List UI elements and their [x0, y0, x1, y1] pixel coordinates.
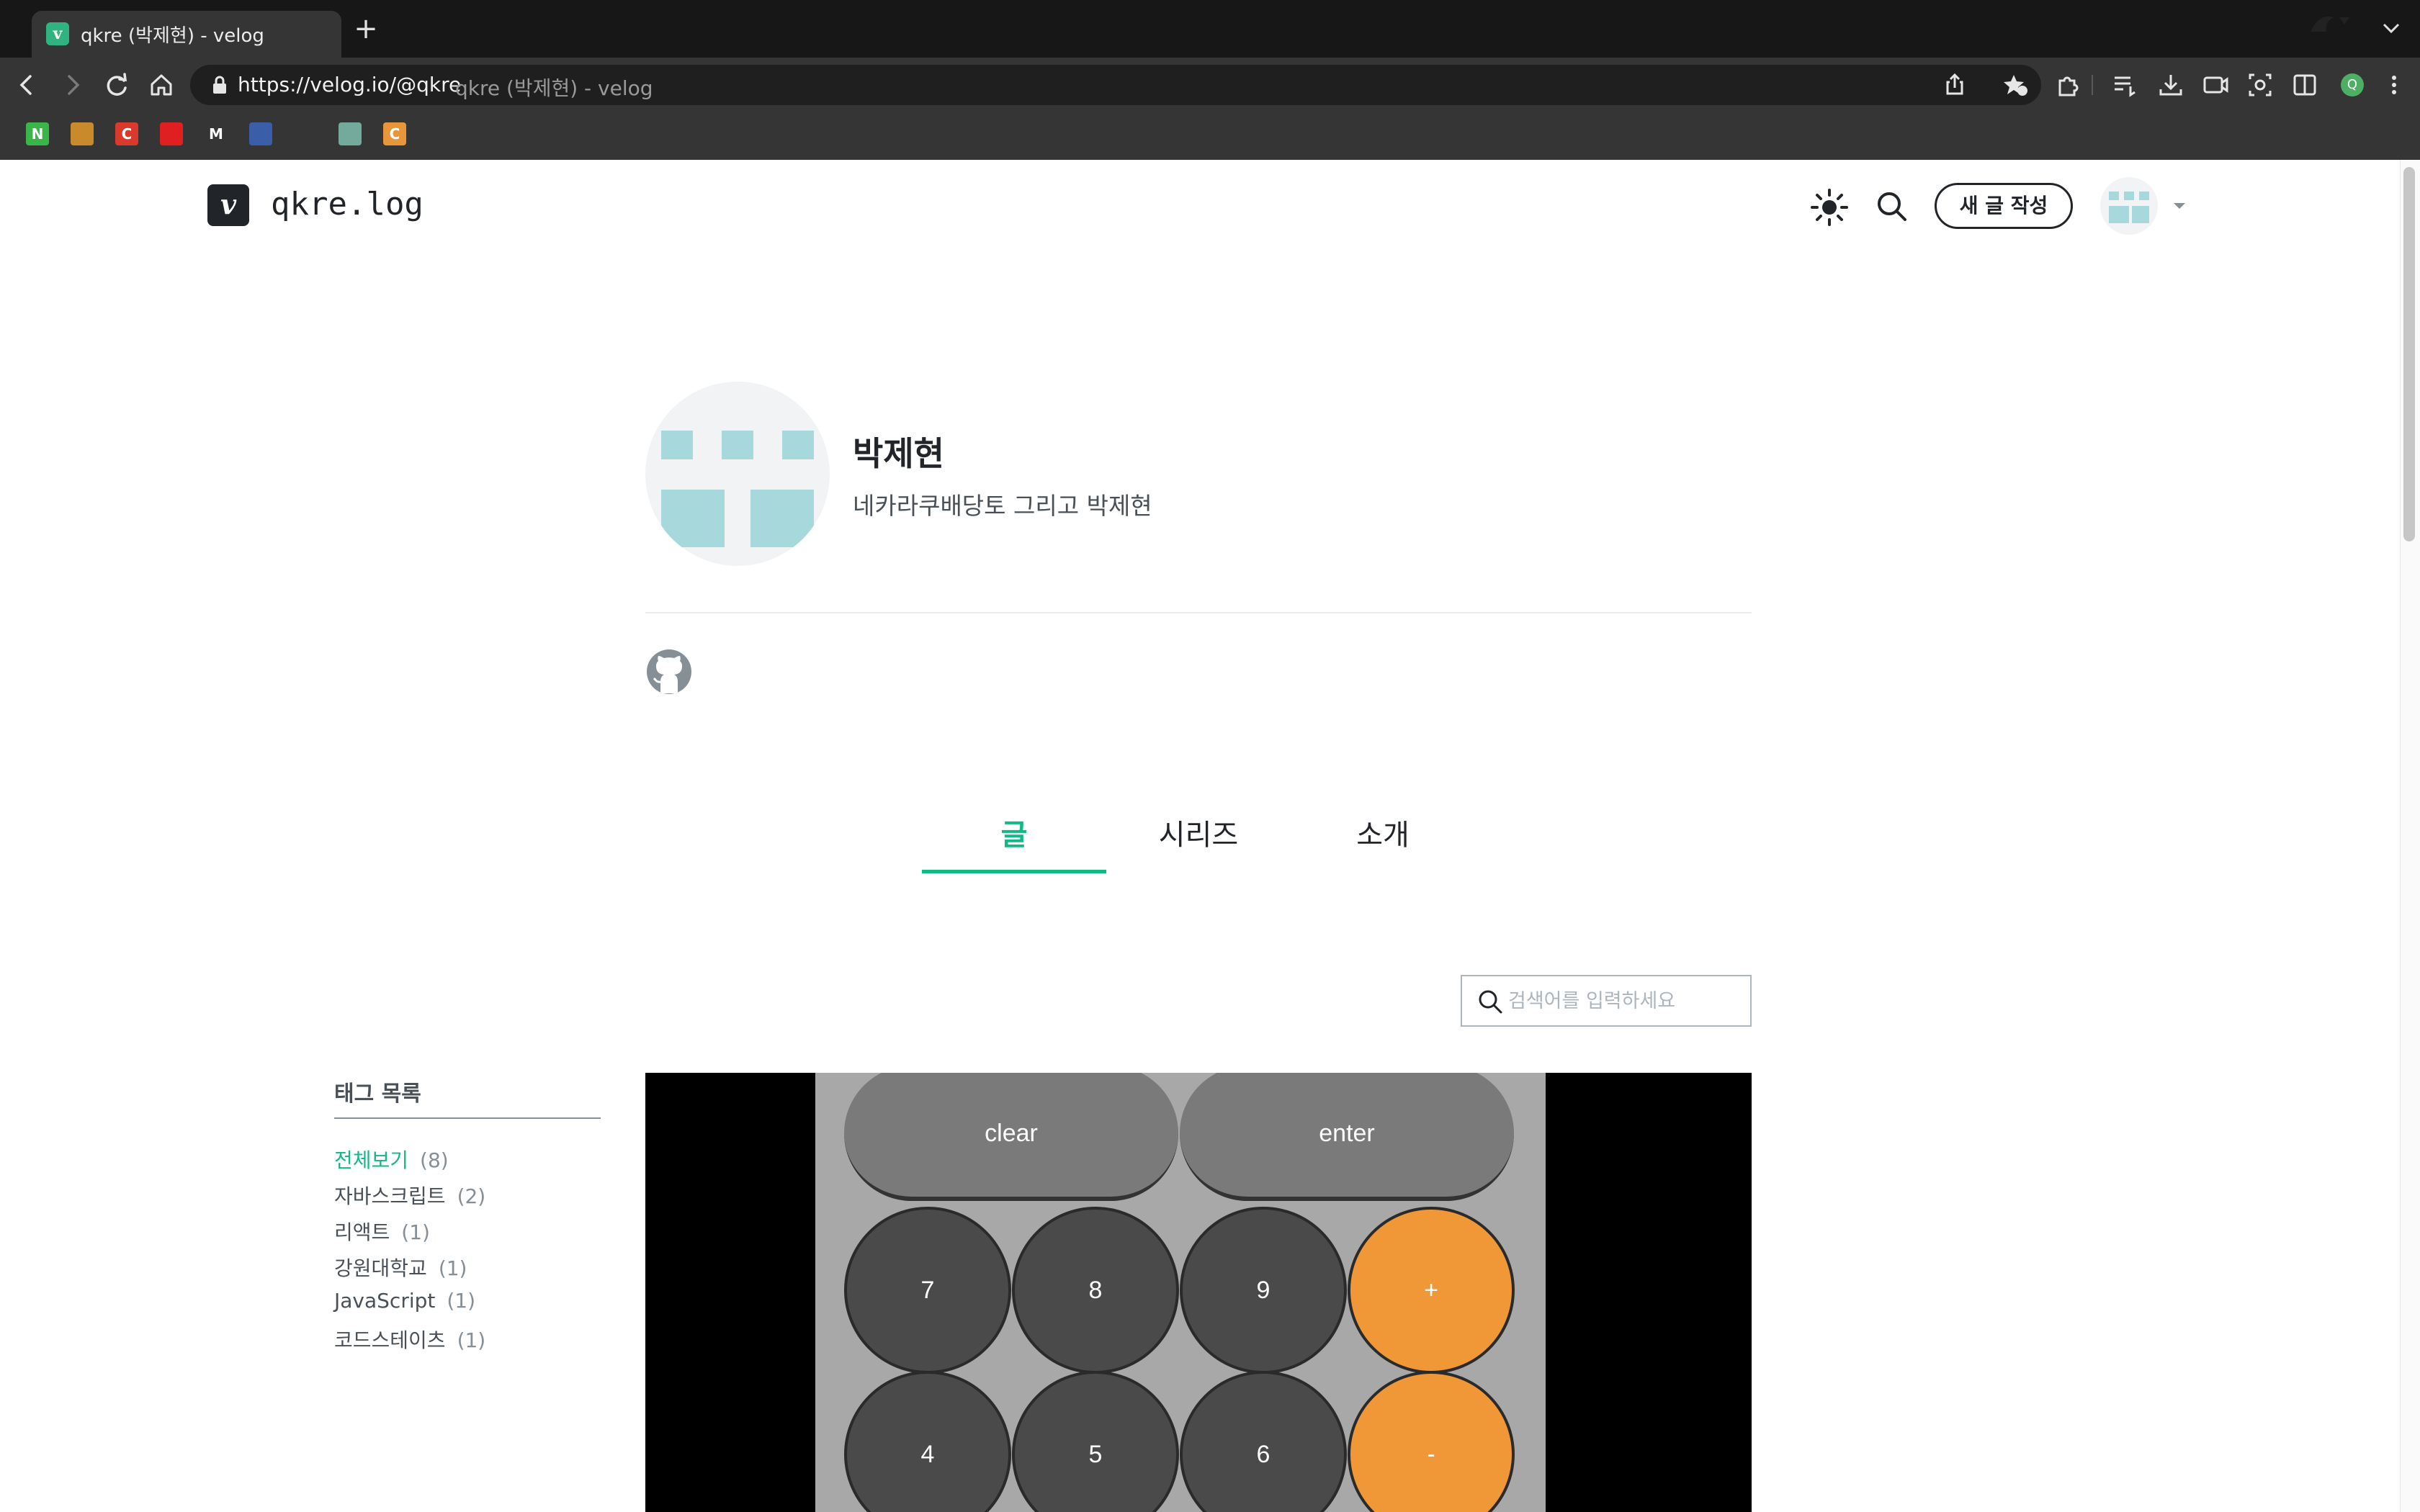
browser-tab[interactable]: v qkre (박제현) - velog [32, 11, 341, 58]
c-red-bookmark-icon[interactable]: C [115, 122, 138, 145]
forward-arrow-icon[interactable] [56, 69, 88, 101]
sun-icon[interactable] [1809, 187, 1850, 228]
tag-label: 자바스크립트 [334, 1184, 446, 1208]
download-icon[interactable] [2155, 69, 2187, 101]
globe-bookmark-icon[interactable] [249, 122, 272, 145]
youtube-bookmark-icon[interactable] [160, 122, 183, 145]
calc-key-8: 8 [1012, 1207, 1179, 1374]
tag-count: (1) [438, 1256, 467, 1280]
tag-list-divider [334, 1117, 601, 1119]
velog-logo[interactable]: v [207, 184, 249, 226]
calc-key-minus: - [1348, 1371, 1515, 1512]
new-post-button[interactable]: 새 글 작성 [1935, 183, 2073, 229]
tag-label: JavaScript [334, 1289, 436, 1313]
tag-count: (8) [420, 1148, 449, 1172]
profile-divider [645, 612, 1752, 613]
profile-avatar [645, 382, 830, 566]
new-tab-button[interactable]: + [351, 14, 380, 43]
profile-bio: 네카라쿠배당토 그리고 박제현 [853, 492, 1152, 520]
tab-search-icon[interactable] [2305, 10, 2355, 39]
n-bookmark-icon[interactable]: N [26, 122, 49, 145]
tag-count: (1) [447, 1289, 476, 1313]
profile-avatar-image [661, 431, 814, 547]
user-avatar-image [2109, 192, 2149, 223]
search-icon [1479, 990, 1502, 1014]
tag-label: 강원대학교 [334, 1256, 427, 1280]
calc-key-5: 5 [1012, 1371, 1179, 1512]
tab-strip: v qkre (박제현) - velog + [0, 0, 2420, 58]
tag-item[interactable]: 코드스테이츠 (1) [334, 1325, 485, 1354]
tab-capture-icon[interactable] [2200, 69, 2231, 101]
search-icon[interactable] [1874, 189, 1910, 225]
tab-posts[interactable]: 글 [922, 812, 1106, 864]
calc-key-4: 4 [844, 1371, 1011, 1512]
browser-menu-icon[interactable] [2380, 71, 2408, 99]
github-icon[interactable] [645, 648, 693, 696]
toolbar-divider [2092, 75, 2093, 95]
tag-label: 코드스테이츠 [334, 1328, 446, 1352]
calc-enter-key: enter [1180, 1073, 1514, 1201]
bee-bookmark-icon[interactable] [71, 122, 94, 145]
tag-label: 전체보기 [334, 1148, 409, 1172]
calc-key-7: 7 [844, 1207, 1011, 1374]
tab-list-chevron-icon[interactable] [2377, 14, 2406, 43]
calc-key-plus: + [1348, 1207, 1515, 1374]
velog-favicon-icon: v [46, 22, 69, 45]
back-arrow-icon[interactable] [12, 69, 43, 101]
reading-list-icon[interactable] [2109, 69, 2141, 101]
post-thumbnail[interactable]: clear enter 7 8 9 + 4 5 6 - [645, 1073, 1752, 1512]
post-search-input[interactable] [1508, 978, 1746, 1024]
tag-item[interactable]: JavaScript (1) [334, 1289, 475, 1313]
screenshot-icon[interactable] [2244, 69, 2276, 101]
gmail-bookmark-icon[interactable]: M [205, 122, 228, 145]
chatgpt-bookmark-icon[interactable] [339, 122, 362, 145]
bookmarks-bar: NCMC [0, 122, 2420, 148]
active-tab-indicator [922, 870, 1106, 873]
tab-series[interactable]: 시리즈 [1106, 812, 1291, 864]
calc-key-6: 6 [1180, 1371, 1347, 1512]
lock-icon[interactable] [209, 74, 230, 96]
tag-label: 리액트 [334, 1220, 390, 1244]
tag-count: (2) [457, 1184, 486, 1208]
chevron-down-icon[interactable] [2171, 197, 2188, 215]
calc-key-9: 9 [1180, 1207, 1347, 1374]
extensions-puzzle-icon[interactable] [2053, 69, 2084, 101]
url-text[interactable]: https://velog.io/@qkre [238, 73, 461, 96]
tab-title: qkre (박제현) - velog [81, 25, 264, 47]
arc-bookmark-icon[interactable] [294, 122, 317, 145]
url-page-title: qkre (박제현) - velog [455, 76, 653, 100]
calc-clear-key: clear [844, 1073, 1178, 1201]
reload-icon[interactable] [101, 69, 133, 101]
tag-count: (1) [401, 1220, 430, 1244]
tag-count: (1) [457, 1328, 486, 1352]
scrollbar-thumb[interactable] [2403, 167, 2415, 541]
calculator-image: clear enter 7 8 9 + 4 5 6 - [815, 1073, 1546, 1512]
home-icon[interactable] [145, 69, 177, 101]
tab-about[interactable]: 소개 [1291, 812, 1475, 864]
tag-item[interactable]: 강원대학교 (1) [334, 1253, 467, 1282]
tag-item[interactable]: 리액트 (1) [334, 1217, 430, 1246]
bookmark-star-icon[interactable] [1999, 69, 2031, 101]
user-avatar[interactable] [2100, 177, 2158, 235]
c-orange-bookmark-icon[interactable]: C [383, 122, 406, 145]
tag-list-heading: 태그 목록 [334, 1081, 421, 1107]
share-icon[interactable] [1939, 69, 1971, 101]
blog-title[interactable]: qkre.log [271, 186, 424, 222]
side-panel-icon[interactable] [2289, 69, 2321, 101]
tag-item-all[interactable]: 전체보기 (8) [334, 1145, 449, 1174]
tag-item[interactable]: 자바스크립트 (2) [334, 1181, 485, 1210]
browser-profile-avatar[interactable]: Q [2341, 73, 2364, 96]
profile-name: 박제현 [853, 434, 944, 473]
